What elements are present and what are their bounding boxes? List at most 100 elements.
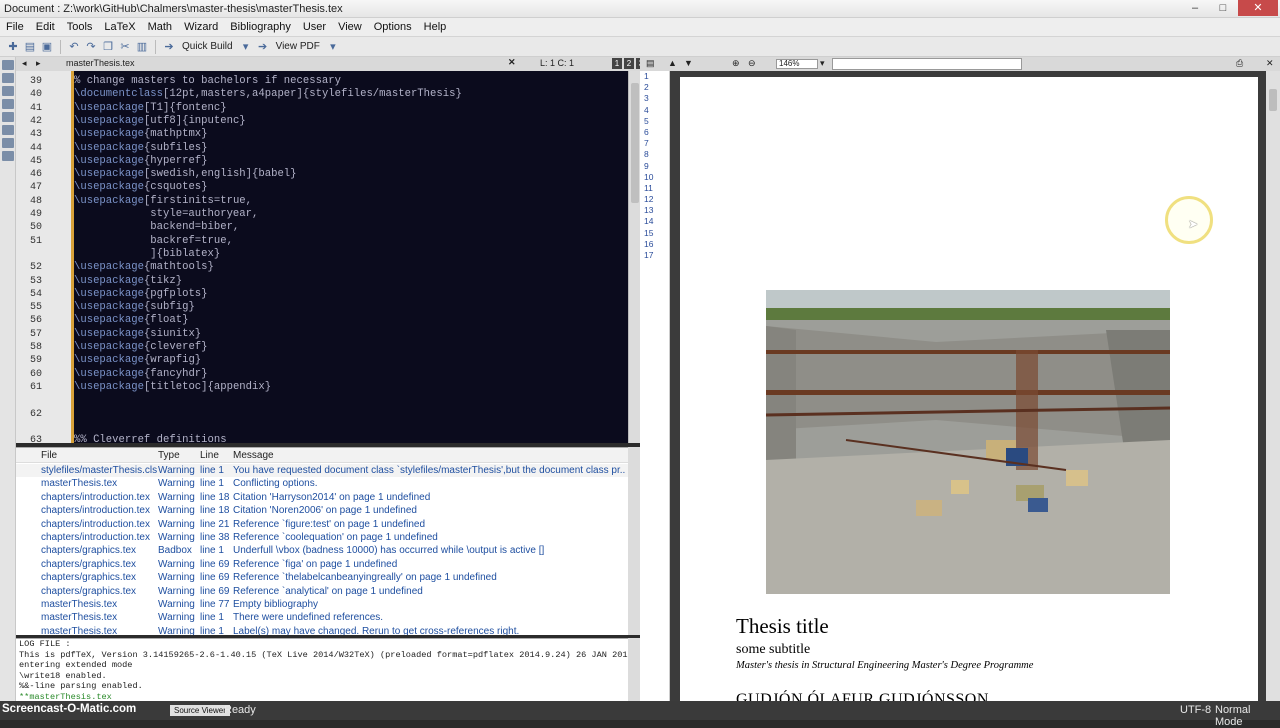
table-row[interactable]: chapters/introduction.tex Warning line 18 C… xyxy=(16,491,628,504)
messages-scrollbar[interactable] xyxy=(628,447,640,635)
close-tab-icon[interactable]: ✕ xyxy=(508,57,516,68)
code-line[interactable]: 51 backref=true, xyxy=(16,235,628,248)
table-row[interactable]: chapters/graphics.tex Warning line 69 Refer… xyxy=(16,571,628,584)
pdf-line-number[interactable]: 6 xyxy=(640,127,669,138)
bold-icon[interactable] xyxy=(2,112,14,122)
code-line[interactable]: 40 \documentclass[12pt,masters,a4paper]{s… xyxy=(16,88,628,101)
code-line[interactable]: 54 \usepackage{pgfplots} xyxy=(16,288,628,301)
new-file-icon[interactable]: ✚ xyxy=(6,40,20,54)
code-line[interactable]: 59 \usepackage{wrapfig} xyxy=(16,354,628,367)
menu-options[interactable]: Options xyxy=(368,21,418,33)
structure-icon[interactable] xyxy=(2,60,14,70)
pdf-line-number[interactable]: 1 xyxy=(640,71,669,82)
scroll-thumb[interactable] xyxy=(1269,89,1277,111)
pdf-line-number[interactable]: 11 xyxy=(640,183,669,194)
code-line[interactable]: 60 \usepackage{fancyhdr} xyxy=(16,368,628,381)
save-icon[interactable]: ▣ xyxy=(40,40,54,54)
pdf-page[interactable]: Thesis title some subtitle Master's thes… xyxy=(680,77,1258,708)
table-row[interactable]: chapters/introduction.tex Warning line 18 C… xyxy=(16,504,628,517)
pdf-line-number[interactable]: 5 xyxy=(640,116,669,127)
next-tab-icon[interactable]: ▸ xyxy=(36,58,41,69)
code-line[interactable]: 55 \usepackage{subfig} xyxy=(16,301,628,314)
pdf-line-number[interactable]: 17 xyxy=(640,250,669,261)
pdf-search-input[interactable] xyxy=(832,58,1022,70)
relation-icon[interactable] xyxy=(2,73,14,83)
code-line[interactable]: 50 backend=biber, xyxy=(16,221,628,234)
zoom-dropdown-icon[interactable]: ▾ xyxy=(820,58,825,69)
pdf-line-number[interactable]: 16 xyxy=(640,239,669,250)
pdf-page-icon[interactable]: ▤ xyxy=(646,58,655,69)
pdf-line-number[interactable]: 2 xyxy=(640,82,669,93)
code-line[interactable]: 63 %% Cleverref definitions xyxy=(16,434,628,443)
misc-icon[interactable] xyxy=(2,99,14,109)
table-row[interactable]: chapters/graphics.tex Badbox line 1 Underfu… xyxy=(16,544,628,557)
zoom-out-icon[interactable]: ⊖ xyxy=(748,58,756,69)
view-2-button[interactable]: 2 xyxy=(624,58,634,69)
chevron-down-icon[interactable]: ▾ xyxy=(326,40,340,54)
menu-edit[interactable]: Edit xyxy=(30,21,61,33)
menu-file[interactable]: File xyxy=(0,21,30,33)
pdf-line-number[interactable]: 8 xyxy=(640,149,669,160)
italic-icon[interactable] xyxy=(2,125,14,135)
code-line[interactable] xyxy=(16,394,628,407)
code-line[interactable]: 43 \usepackage{mathptmx} xyxy=(16,128,628,141)
pdf-line-number[interactable]: 3 xyxy=(640,93,669,104)
source-viewer-button[interactable]: Source Viewer xyxy=(170,705,230,716)
table-row[interactable]: chapters/introduction.tex Warning line 21 R… xyxy=(16,518,628,531)
code-line[interactable]: 58 \usepackage{cleveref} xyxy=(16,341,628,354)
editor-scrollbar[interactable] xyxy=(628,71,640,443)
menu-help[interactable]: Help xyxy=(418,21,453,33)
code-line[interactable]: 48 \usepackage[firstinits=true, xyxy=(16,195,628,208)
code-line[interactable]: 39 % change masters to bachelors if neces… xyxy=(16,75,628,88)
table-row[interactable]: chapters/graphics.tex Warning line 69 Refer… xyxy=(16,585,628,598)
zoom-in-icon[interactable]: ⊕ xyxy=(732,58,740,69)
column-file[interactable]: File xyxy=(41,450,57,461)
pdf-line-number[interactable]: 12 xyxy=(640,194,669,205)
code-line[interactable]: 44 \usepackage{subfiles} xyxy=(16,142,628,155)
pdf-line-number[interactable]: 9 xyxy=(640,161,669,172)
table-row[interactable]: chapters/introduction.tex Warning line 38 R… xyxy=(16,531,628,544)
quick-build-button[interactable]: Quick Build xyxy=(179,41,236,52)
log-scrollbar[interactable] xyxy=(628,638,640,701)
pdf-line-number[interactable]: 14 xyxy=(640,216,669,227)
table-row[interactable]: masterThesis.tex Warning line 1 Label(s) ma… xyxy=(16,625,628,635)
chevron-down-icon[interactable]: ▾ xyxy=(239,40,253,54)
code-line[interactable]: 62 xyxy=(16,408,628,421)
cut-icon[interactable]: ✂ xyxy=(118,40,132,54)
print-icon[interactable]: ⎙ xyxy=(1236,58,1243,69)
code-line[interactable]: 53 \usepackage{tikz} xyxy=(16,275,628,288)
close-button[interactable]: ✕ xyxy=(1238,0,1278,16)
column-line[interactable]: Line xyxy=(200,450,219,461)
pdf-scrollbar[interactable] xyxy=(1266,71,1280,701)
code-line[interactable]: 49 style=authoryear, xyxy=(16,208,628,221)
zoom-level-field[interactable]: 146% xyxy=(776,59,818,69)
quick-build-icon[interactable]: ➔ xyxy=(162,40,176,54)
copy-icon[interactable]: ❐ xyxy=(101,40,115,54)
menu-wizard[interactable]: Wizard xyxy=(178,21,224,33)
view-pdf-button[interactable]: View PDF xyxy=(273,41,323,52)
code-editor[interactable]: 39 % change masters to bachelors if neces… xyxy=(16,71,628,443)
code-line[interactable]: 61 \usepackage[titletoc]{appendix} xyxy=(16,381,628,394)
redo-icon[interactable]: ↷ xyxy=(84,40,98,54)
scroll-thumb[interactable] xyxy=(631,83,639,203)
table-row[interactable]: chapters/graphics.tex Warning line 69 Refer… xyxy=(16,558,628,571)
view-1-button[interactable]: 1 xyxy=(612,58,622,69)
pdf-line-number[interactable]: 4 xyxy=(640,105,669,116)
pdf-line-number[interactable]: 15 xyxy=(640,228,669,239)
pdf-line-number[interactable]: 7 xyxy=(640,138,669,149)
menu-tools[interactable]: Tools xyxy=(61,21,99,33)
paste-icon[interactable]: ▥ xyxy=(135,40,149,54)
undo-icon[interactable]: ↶ xyxy=(67,40,81,54)
view-pdf-icon[interactable]: ➔ xyxy=(256,40,270,54)
code-line[interactable]: 56 \usepackage{float} xyxy=(16,314,628,327)
pdf-line-number[interactable]: 13 xyxy=(640,205,669,216)
code-line[interactable]: 45 \usepackage{hyperref} xyxy=(16,155,628,168)
minimize-button[interactable]: – xyxy=(1182,0,1208,16)
table-row[interactable]: masterThesis.tex Warning line 1 Conflicting… xyxy=(16,477,628,490)
menu-bibliography[interactable]: Bibliography xyxy=(224,21,297,33)
open-file-icon[interactable]: ▤ xyxy=(23,40,37,54)
column-message[interactable]: Message xyxy=(233,450,274,461)
tab-masterthesis[interactable]: masterThesis.tex xyxy=(66,58,135,68)
menu-view[interactable]: View xyxy=(332,21,368,33)
pdf-line-number[interactable]: 10 xyxy=(640,172,669,183)
